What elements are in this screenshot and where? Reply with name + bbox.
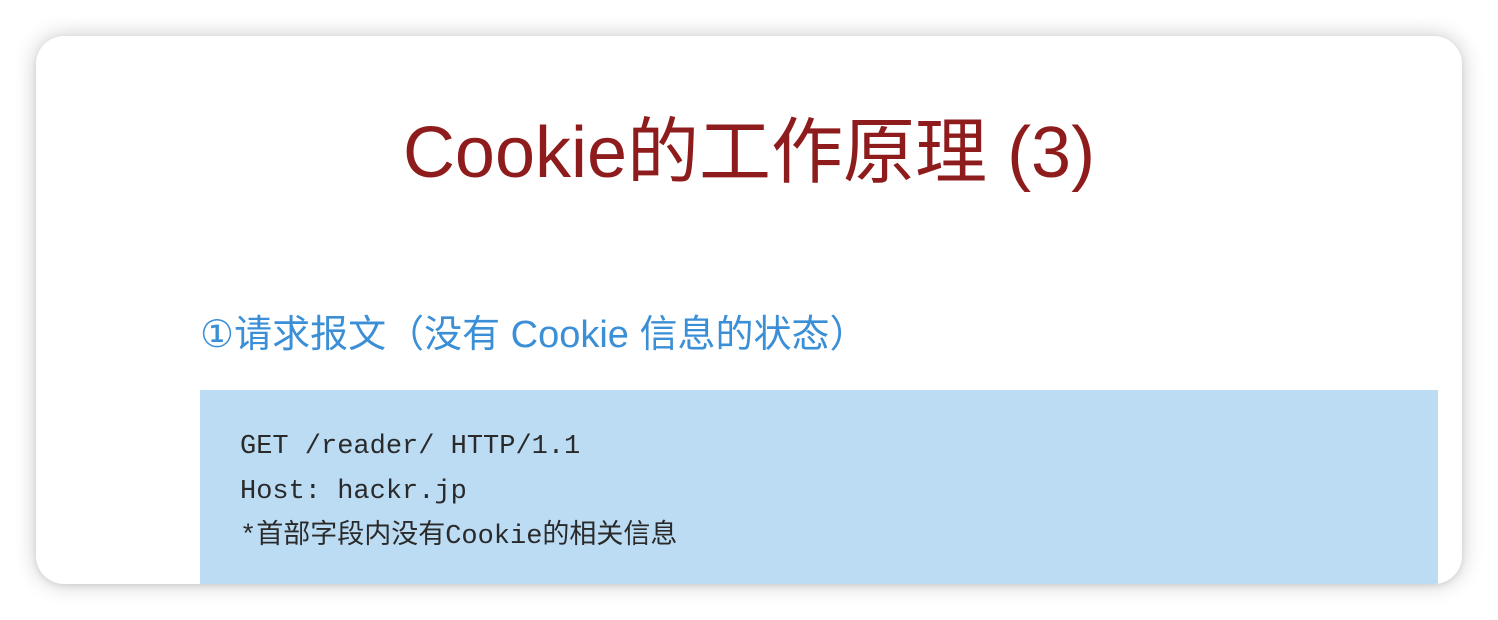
section-heading: ①请求报文（没有 Cookie 信息的状态） bbox=[200, 314, 868, 356]
request-message-box: GET /reader/ HTTP/1.1 Host: hackr.jp *首部… bbox=[200, 390, 1438, 584]
host-header-line: Host: hackr.jp bbox=[240, 477, 467, 507]
slide-title: Cookie的工作原理 (3) bbox=[402, 113, 1096, 193]
slide-card: Cookie的工作原理 (3) ①请求报文（没有 Cookie 信息的状态） G… bbox=[36, 36, 1462, 584]
note-line: *首部字段内没有Cookie的相关信息 bbox=[240, 522, 678, 552]
request-line: GET /reader/ HTTP/1.1 bbox=[240, 432, 581, 462]
